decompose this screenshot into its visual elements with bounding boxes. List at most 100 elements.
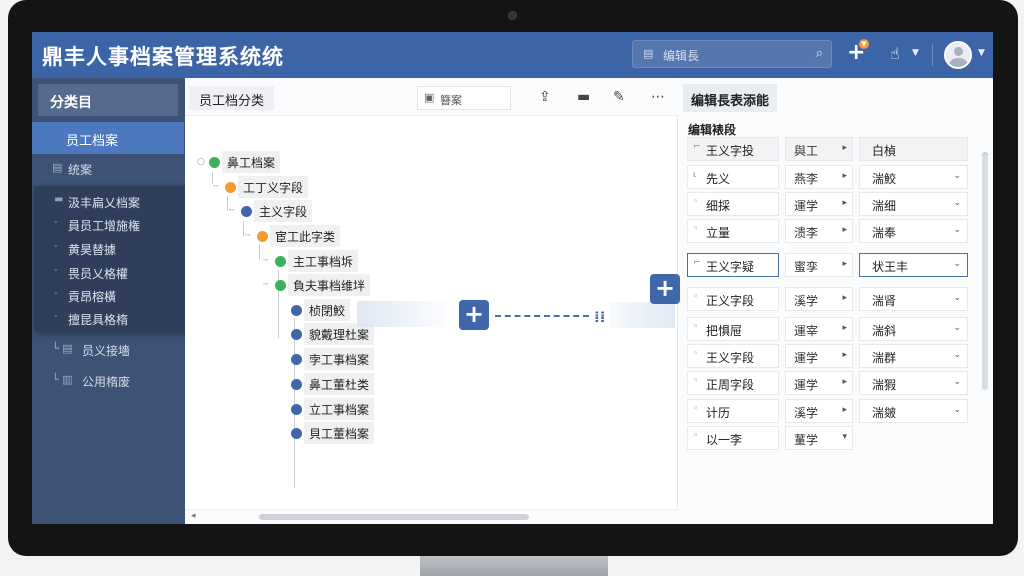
submenu-item-label: 貢昂榕橫 xyxy=(68,290,117,304)
field-type-select[interactable]: 溃李 ▸ xyxy=(785,219,853,243)
chevron-right-icon: ▸ xyxy=(842,377,847,387)
field-type: 溃李 xyxy=(794,226,819,240)
avatar[interactable] xyxy=(944,41,972,69)
tree-node-label: 主工事档坼 xyxy=(288,250,359,272)
field-row[interactable]: ◦ 以一李 蓳学 ▾ xyxy=(687,426,857,450)
sidebar-item-common[interactable]: └ ▥ 公用楕废 xyxy=(32,373,185,391)
field-value-select[interactable]: 状王丰 ⌄ xyxy=(859,253,968,277)
field-name: 计历 xyxy=(706,406,731,420)
field-value-select[interactable]: 湍猳 ⌄ xyxy=(859,371,968,395)
field-type-select[interactable]: 溪学 ▸ xyxy=(785,287,853,311)
field-row[interactable]: ι 先义 燕李 ▸ 湍鮫 ⌄ xyxy=(687,165,968,189)
tools-icon[interactable]: ☝ xyxy=(890,44,900,63)
chevron-right-icon: ▸ xyxy=(842,323,847,333)
field-type-select[interactable]: 運学 ▸ xyxy=(785,371,853,395)
global-search-input[interactable]: ▤ 编辑長 ⌕ xyxy=(632,40,832,68)
field-name-cell[interactable]: ◦ 把惧屉 xyxy=(687,317,779,341)
field-value-select[interactable]: 湍鮫 ⌄ xyxy=(859,165,968,189)
field-type: 運学 xyxy=(794,351,819,365)
field-row[interactable]: ⌐ 王义字投 與工 ▸ 白楨 xyxy=(687,137,968,161)
tab-edit-fields[interactable]: 编辑長表添能 xyxy=(683,84,778,112)
field-value-select[interactable]: 湍奉 ⌄ xyxy=(859,219,968,243)
add-field-button[interactable]: + xyxy=(650,274,680,304)
chevron-right-icon: ▸ xyxy=(842,405,847,415)
folder-icon: ▤ xyxy=(52,161,63,174)
drag-trail xyxy=(609,302,675,328)
dash-icon: - xyxy=(54,241,58,252)
field-type-select[interactable]: 蜜孪 ▸ xyxy=(785,253,853,277)
chevron-down-icon[interactable]: ▼ xyxy=(978,48,985,58)
upload-icon[interactable]: ⇪ xyxy=(539,89,551,105)
field-type: 運学 xyxy=(794,378,819,392)
field-row-selected[interactable]: ⌐ 王义字疑 蜜孪 ▸ 状王丰 ⌄ xyxy=(687,253,968,277)
add-node-button[interactable]: + xyxy=(459,300,489,330)
field-value-select[interactable]: 湍细 ⌄ xyxy=(859,192,968,216)
field-value-select[interactable]: 湍斜 ⌄ xyxy=(859,317,968,341)
scrollbar-thumb[interactable] xyxy=(259,514,529,520)
dash-icon: - xyxy=(54,265,58,276)
field-row[interactable]: ◦ 正周字段 運学 ▸ 湍猳 ⌄ xyxy=(687,371,968,395)
field-type-select[interactable]: 運学 ▸ xyxy=(785,344,853,368)
chevron-right-icon: ▸ xyxy=(842,350,847,360)
chevron-down-icon: ⌄ xyxy=(953,259,961,269)
tree-node-label: 鼻工董杜类 xyxy=(304,373,375,395)
field-name-cell[interactable]: ◦ 细採 xyxy=(687,192,779,216)
field-name-cell[interactable]: ⌐ 王义字疑 xyxy=(687,253,779,277)
field-row[interactable]: ◦ 立量 溃李 ▸ 湍奉 ⌄ xyxy=(687,219,968,243)
field-name: 王义字段 xyxy=(706,351,755,365)
drag-trail xyxy=(357,301,447,327)
tree-node-label: 桢閉鮫 xyxy=(304,299,351,321)
field-type-select[interactable]: 燕李 ▸ xyxy=(785,165,853,189)
node-hook: ╌ xyxy=(245,231,251,241)
node-dot xyxy=(257,231,268,242)
field-value: 湍奉 xyxy=(872,226,897,240)
field-row[interactable]: ◦ 把惧屉 運宰 ▸ 湍斜 ⌄ xyxy=(687,317,968,341)
tree-search-input[interactable]: ▣ 簪案 xyxy=(417,86,511,110)
sidebar-item-fields[interactable]: └ ▤ 员义接墻 xyxy=(32,342,185,360)
scroll-left-icon[interactable]: ◂ xyxy=(191,511,196,521)
row-marker: ι xyxy=(693,170,697,180)
field-value-select[interactable]: 湍皴 ⌄ xyxy=(859,399,968,423)
field-value: 状王丰 xyxy=(872,260,909,274)
monitor-icon[interactable]: ▬ xyxy=(577,89,590,105)
sidebar-item-employee-files[interactable]: 员工档案 xyxy=(32,122,184,154)
field-name-cell[interactable]: ⌐ 王义字投 xyxy=(687,137,779,161)
field-type-select[interactable]: 運宰 ▸ xyxy=(785,317,853,341)
field-type-select[interactable]: 溪学 ▸ xyxy=(785,399,853,423)
vertical-scrollbar[interactable] xyxy=(982,154,988,390)
edit-icon[interactable]: ✎ xyxy=(613,89,625,105)
field-editor-panel: 编辑長表添能 编辑裱段 ⌐ 王义字投 與工 ▸ 白楨 ι 先义 燕李 ▸ 湍鮫 ⌄ ◦ 细採… xyxy=(679,78,993,524)
field-name: 先义 xyxy=(706,172,731,186)
field-name-cell[interactable]: ◦ 王义字段 xyxy=(687,344,779,368)
field-row[interactable]: ◦ 正义字段 溪学 ▸ 湍肾 ⌄ xyxy=(687,287,968,311)
add-button[interactable]: + ▼ xyxy=(847,39,869,65)
more-icon[interactable]: ⋯ xyxy=(651,89,665,105)
field-name-cell[interactable]: ◦ 正义字段 xyxy=(687,287,779,311)
field-name-cell[interactable]: ◦ 立量 xyxy=(687,219,779,243)
field-value-select[interactable]: 湍肾 ⌄ xyxy=(859,287,968,311)
field-name-cell[interactable]: ◦ 正周字段 xyxy=(687,371,779,395)
search-icon[interactable]: ⌕ xyxy=(816,46,823,61)
field-value-select[interactable]: 湍群 ⌄ xyxy=(859,344,968,368)
field-type-select[interactable]: 運学 ▸ xyxy=(785,192,853,216)
field-name-cell[interactable]: ◦ 计历 xyxy=(687,399,779,423)
chevron-down-icon: ⌄ xyxy=(953,350,961,360)
field-type-select[interactable]: 與工 ▸ xyxy=(785,137,853,161)
chevron-down-icon[interactable]: ▼ xyxy=(912,48,919,58)
field-type-select[interactable]: 蓳学 ▾ xyxy=(785,426,853,450)
field-row[interactable]: ◦ 计历 溪学 ▸ 湍皴 ⌄ xyxy=(687,399,968,423)
field-row[interactable]: ◦ 王义字段 運学 ▸ 湍群 ⌄ xyxy=(687,344,968,368)
horizontal-scrollbar[interactable]: ◂ xyxy=(185,509,678,524)
field-value: 湍肾 xyxy=(872,294,897,308)
field-row[interactable]: ◦ 细採 運学 ▸ 湍细 ⌄ xyxy=(687,192,968,216)
field-type: 溪学 xyxy=(794,294,819,308)
sidebar-item-files[interactable]: ▤ 统案 xyxy=(32,161,185,179)
notification-badge: ▼ xyxy=(859,39,869,49)
field-type: 溪学 xyxy=(794,406,819,420)
field-value-cell[interactable]: 白楨 xyxy=(859,137,968,161)
tree-node-label: 主义字段 xyxy=(254,200,313,222)
node-dot xyxy=(275,256,286,267)
row-marker: ◦ xyxy=(693,322,699,332)
field-name-cell[interactable]: ι 先义 xyxy=(687,165,779,189)
field-name-cell[interactable]: ◦ 以一李 xyxy=(687,426,779,450)
